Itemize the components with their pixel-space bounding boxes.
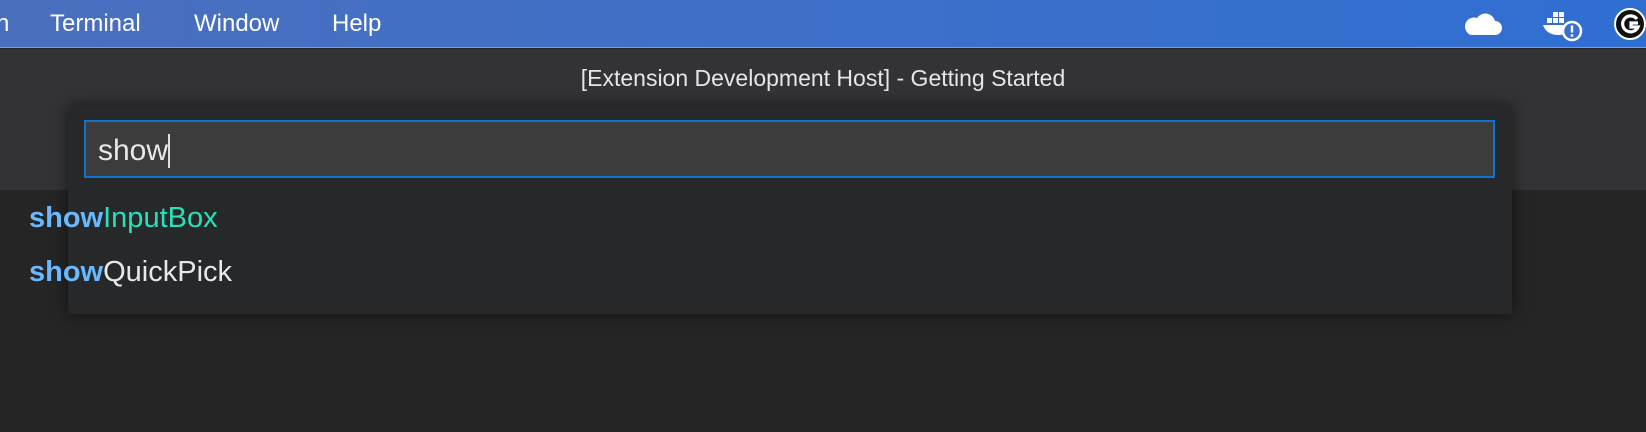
window-title: [Extension Development Host] - Getting S… bbox=[580, 65, 1066, 91]
quick-pick: show bbox=[68, 106, 1512, 314]
input-text: show bbox=[98, 134, 169, 167]
menu-item-terminal[interactable]: Terminal bbox=[50, 9, 141, 39]
item-match-highlight: show bbox=[29, 256, 104, 288]
quick-pick-item-show-quick-pick[interactable]: showQuickPick bbox=[29, 254, 232, 290]
quick-pick-input[interactable]: show bbox=[84, 120, 1495, 178]
account-circle-icon[interactable] bbox=[1610, 6, 1646, 42]
menu-item-window[interactable]: Window bbox=[194, 9, 279, 39]
quick-pick-input-value: show bbox=[98, 134, 171, 168]
menu-item-help[interactable]: Help bbox=[332, 9, 381, 39]
item-label-rest: InputBox bbox=[103, 202, 218, 234]
menu-bar: n Terminal Window Help bbox=[0, 0, 1646, 48]
docker-warning-icon[interactable] bbox=[1540, 6, 1584, 42]
onedrive-cloud-icon[interactable] bbox=[1460, 6, 1504, 42]
item-match-highlight: show bbox=[29, 202, 104, 234]
quick-pick-item-show-input-box[interactable]: showInputBox bbox=[29, 200, 218, 236]
item-label-rest: QuickPick bbox=[103, 256, 233, 288]
menu-item-partial[interactable]: n bbox=[0, 9, 9, 39]
text-caret bbox=[168, 134, 171, 168]
